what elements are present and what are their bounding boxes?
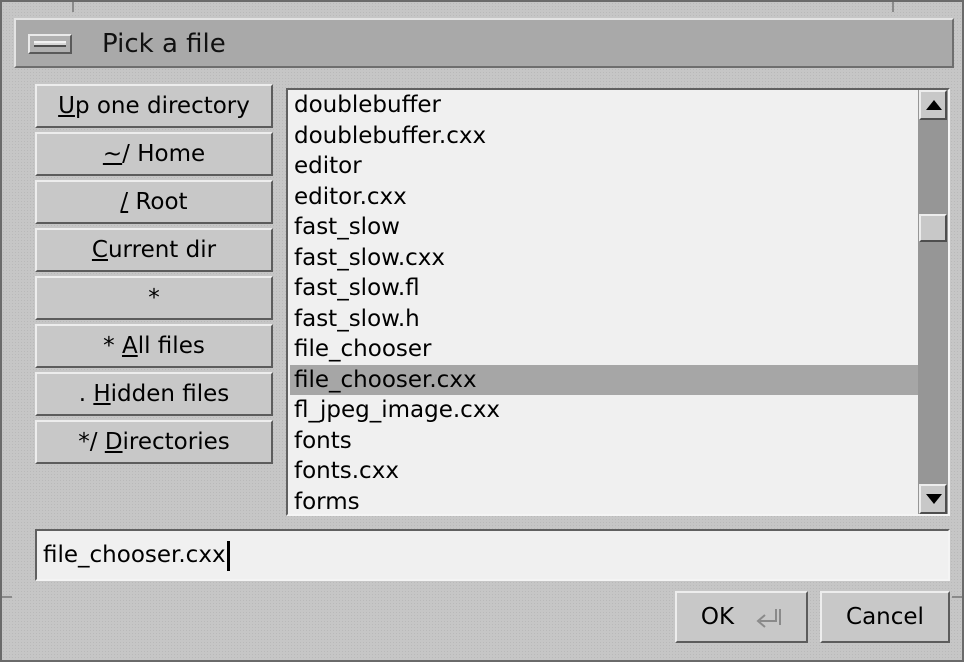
all-files-button[interactable]: * All files bbox=[35, 324, 273, 368]
button-label: ll files bbox=[137, 333, 205, 359]
scroll-thumb[interactable] bbox=[919, 214, 947, 242]
button-mnemonic: A bbox=[121, 333, 138, 359]
button-prefix: . bbox=[78, 381, 94, 407]
cancel-button[interactable]: Cancel bbox=[820, 591, 950, 643]
filter-button[interactable]: * bbox=[35, 276, 273, 320]
list-item[interactable]: file_chooser bbox=[290, 334, 918, 365]
window-menu-icon[interactable] bbox=[28, 34, 72, 54]
arrow-up-icon bbox=[926, 100, 942, 110]
up-directory-button[interactable]: Up one directory bbox=[35, 84, 273, 128]
root-button[interactable]: / Root bbox=[35, 180, 273, 224]
arrow-down-icon bbox=[926, 494, 942, 504]
button-mnemonic: C bbox=[91, 237, 108, 263]
list-item[interactable]: fl_jpeg_image.cxx bbox=[290, 395, 918, 426]
button-label: p one directory bbox=[74, 93, 250, 119]
vertical-scrollbar[interactable] bbox=[918, 90, 948, 514]
hidden-files-button[interactable]: . Hidden files bbox=[35, 372, 273, 416]
button-mnemonic: U bbox=[58, 93, 75, 119]
home-button[interactable]: ~/ Home bbox=[35, 132, 273, 176]
return-key-icon bbox=[752, 593, 782, 641]
button-prefix: */ bbox=[78, 429, 105, 455]
ok-label: OK bbox=[700, 604, 735, 630]
title-bar[interactable]: Pick a file bbox=[14, 18, 954, 68]
button-label: Root bbox=[128, 189, 188, 215]
directories-button[interactable]: */ Directories bbox=[35, 420, 273, 464]
list-item[interactable]: fast_slow.cxx bbox=[290, 243, 918, 274]
file-list[interactable]: doublebuffer doublebuffer.cxx editor edi… bbox=[286, 88, 950, 516]
list-item[interactable]: fonts bbox=[290, 426, 918, 457]
list-item[interactable]: doublebuffer bbox=[290, 90, 918, 121]
list-item[interactable]: forms bbox=[290, 487, 918, 515]
frame-tick bbox=[952, 596, 962, 598]
list-item[interactable]: fast_slow.h bbox=[290, 304, 918, 335]
button-mnemonic: ~ bbox=[102, 141, 123, 167]
button-label: idden files bbox=[110, 381, 230, 407]
button-label: urrent dir bbox=[107, 237, 217, 263]
frame-tick bbox=[2, 596, 12, 598]
frame-tick bbox=[72, 2, 74, 12]
button-mnemonic: H bbox=[93, 381, 111, 407]
button-label: irectories bbox=[122, 429, 230, 455]
list-item[interactable]: editor bbox=[290, 151, 918, 182]
filename-value: file_chooser.cxx bbox=[43, 542, 226, 568]
scroll-up-button[interactable] bbox=[919, 90, 947, 120]
button-prefix: * bbox=[103, 333, 122, 359]
scroll-down-button[interactable] bbox=[919, 484, 947, 514]
text-cursor bbox=[226, 540, 230, 571]
button-mnemonic: / bbox=[120, 189, 129, 215]
list-item[interactable]: fast_slow.fl bbox=[290, 273, 918, 304]
filename-input[interactable]: file_chooser.cxx bbox=[35, 529, 950, 581]
button-prefix: * bbox=[148, 285, 160, 311]
list-item[interactable]: doublebuffer.cxx bbox=[290, 121, 918, 152]
frame-tick bbox=[892, 2, 894, 12]
button-label: / Home bbox=[122, 141, 206, 167]
list-item[interactable]: editor.cxx bbox=[290, 182, 918, 213]
list-item[interactable]: fonts.cxx bbox=[290, 456, 918, 487]
list-item-selected[interactable]: file_chooser.cxx bbox=[290, 364, 918, 395]
current-dir-button[interactable]: Current dir bbox=[35, 228, 273, 272]
list-item[interactable]: fast_slow bbox=[290, 212, 918, 243]
file-chooser-window: Pick a file Up one directory ~/ Home / R… bbox=[0, 0, 964, 662]
ok-button[interactable]: OK bbox=[675, 591, 808, 643]
button-mnemonic: D bbox=[104, 429, 123, 455]
window-title: Pick a file bbox=[102, 29, 226, 59]
